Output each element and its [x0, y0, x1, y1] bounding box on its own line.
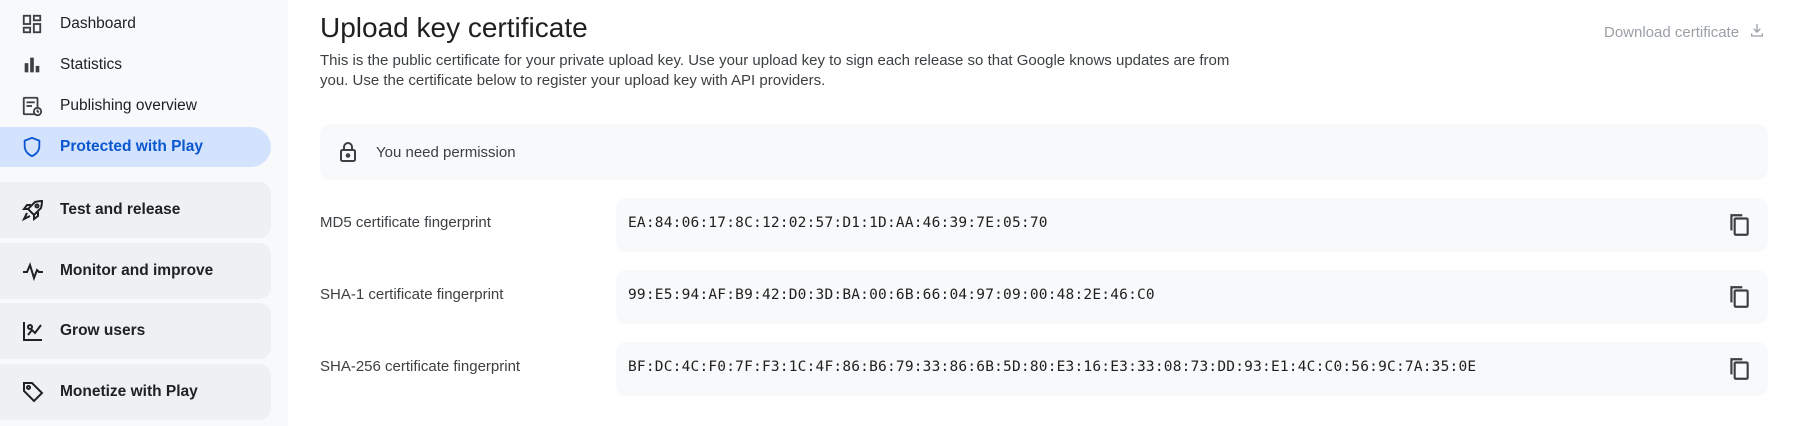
copy-icon[interactable] [1726, 356, 1752, 382]
md5-fingerprint-field: EA:84:06:17:8C:12:02:57:D1:1D:AA:46:39:7… [616, 198, 1768, 252]
md5-fingerprint-value[interactable]: EA:84:06:17:8C:12:02:57:D1:1D:AA:46:39:7… [628, 215, 1048, 231]
sha256-fingerprint-value[interactable]: BF:DC:4C:F0:7F:F3:1C:4F:86:B6:79:33:86:6… [628, 359, 1476, 375]
sidebar-item-label: Publishing overview [60, 97, 197, 114]
sidebar-item-statistics[interactable]: Statistics [0, 45, 271, 85]
sidebar: Dashboard Statistics Publishing overview… [0, 0, 288, 426]
pulse-icon [20, 258, 46, 284]
download-certificate-button[interactable]: Download certificate [1604, 22, 1765, 42]
sidebar-item-protected-with-play[interactable]: Protected with Play [0, 127, 271, 167]
nav-group-grow-users[interactable]: Grow users [0, 303, 271, 359]
publishing-overview-icon [20, 94, 44, 118]
sidebar-item-publishing-overview[interactable]: Publishing overview [0, 86, 271, 126]
lock-icon [336, 140, 360, 164]
grow-users-icon [20, 318, 46, 344]
sha256-fingerprint-label: SHA-256 certificate fingerprint [320, 358, 521, 375]
sidebar-item-label: Protected with Play [60, 138, 203, 155]
description-line: This is the public certificate for your … [320, 52, 1230, 69]
description-line: you. Use the certificate below to regist… [320, 72, 826, 89]
nav-group-label: Monitor and improve [60, 262, 214, 279]
sha1-fingerprint-label: SHA-1 certificate fingerprint [320, 286, 504, 303]
dashboard-icon [20, 12, 44, 36]
sha1-fingerprint-value[interactable]: 99:E5:94:AF:B9:42:D0:3D:BA:00:6B:66:04:9… [628, 287, 1155, 303]
permission-text: You need permission [376, 143, 516, 161]
permission-banner: You need permission [320, 124, 1768, 180]
rocket-icon [20, 197, 46, 223]
tag-icon [20, 379, 46, 405]
copy-icon[interactable] [1726, 212, 1752, 238]
sidebar-item-label: Dashboard [60, 15, 136, 32]
copy-icon[interactable] [1726, 284, 1752, 310]
nav-group-test-and-release[interactable]: Test and release [0, 182, 271, 238]
shield-icon [20, 135, 44, 159]
sidebar-item-label: Statistics [60, 56, 123, 73]
page-description: This is the public certificate for your … [320, 51, 1240, 91]
md5-fingerprint-label: MD5 certificate fingerprint [320, 214, 491, 231]
bar-chart-icon [20, 53, 44, 77]
sha1-fingerprint-field: 99:E5:94:AF:B9:42:D0:3D:BA:00:6B:66:04:9… [616, 270, 1768, 324]
nav-group-monetize-with-play[interactable]: Monetize with Play [0, 364, 271, 420]
sidebar-item-dashboard[interactable]: Dashboard [0, 4, 271, 44]
nav-group-label: Grow users [60, 322, 146, 339]
download-certificate-label: Download certificate [1604, 23, 1740, 41]
sha256-fingerprint-field: BF:DC:4C:F0:7F:F3:1C:4F:86:B6:79:33:86:6… [616, 342, 1768, 396]
nav-group-monitor-and-improve[interactable]: Monitor and improve [0, 243, 271, 299]
nav-group-label: Monetize with Play [60, 383, 198, 400]
page-title: Upload key certificate [320, 12, 588, 43]
nav-group-label: Test and release [60, 201, 181, 218]
download-icon [1749, 22, 1765, 42]
